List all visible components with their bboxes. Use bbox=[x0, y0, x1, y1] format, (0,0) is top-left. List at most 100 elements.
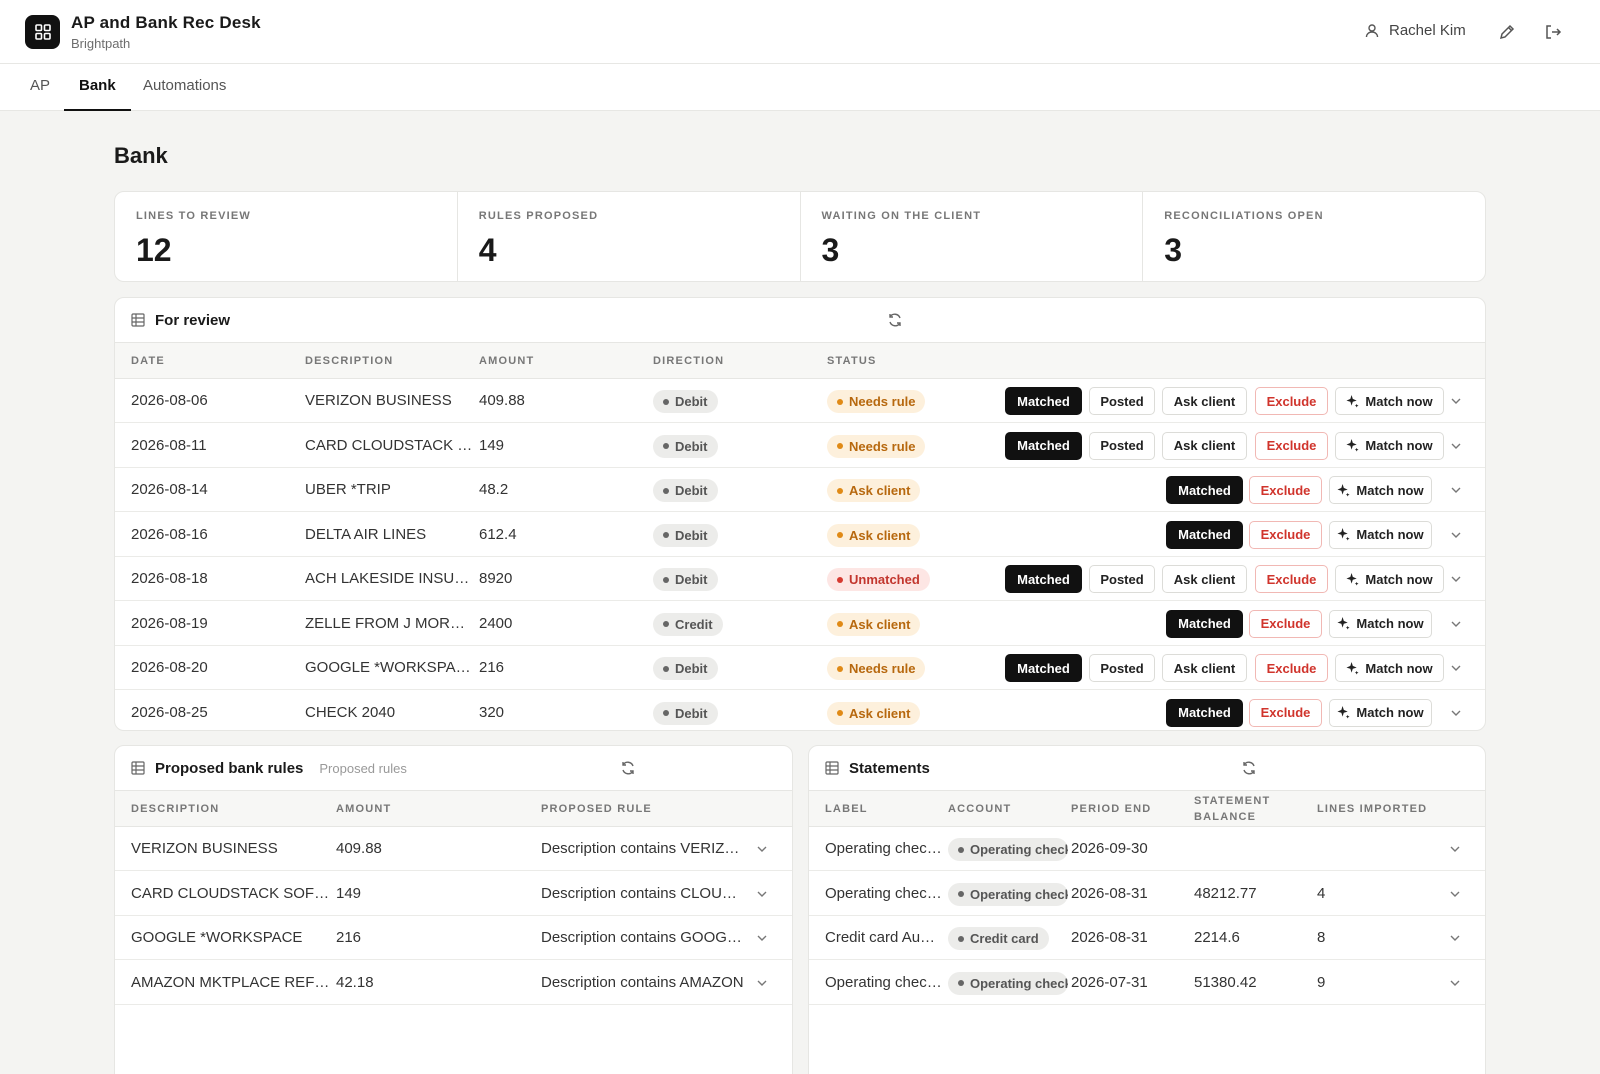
exclude-button[interactable]: Exclude bbox=[1255, 654, 1328, 682]
match-now-button[interactable]: Match now bbox=[1329, 698, 1432, 727]
status-badge-label: Ask client bbox=[849, 527, 911, 543]
matched-button[interactable]: Matched bbox=[1005, 654, 1082, 682]
chevron-down-icon[interactable] bbox=[755, 976, 769, 990]
matched-button[interactable]: Matched bbox=[1166, 609, 1243, 638]
match-now-button[interactable]: Match now bbox=[1329, 476, 1432, 504]
exclude-button[interactable]: Exclude bbox=[1249, 698, 1322, 727]
account-badge-label: Credit card bbox=[970, 931, 1039, 946]
org-name: Brightpath bbox=[71, 36, 131, 51]
status-dot-icon bbox=[837, 710, 843, 716]
account-badge: Credit card bbox=[948, 927, 1049, 950]
matched-button[interactable]: Matched bbox=[1005, 565, 1082, 593]
sparkle-icon bbox=[1346, 661, 1359, 675]
stat-reconciliations-open: RECONCILIATIONS OPEN 3 bbox=[1143, 192, 1485, 281]
status-dot-icon bbox=[837, 487, 843, 494]
matched-button[interactable]: Matched bbox=[1166, 698, 1243, 727]
date-cell: 2026-08-20 bbox=[131, 659, 208, 676]
period-end-cell: 2026-07-31 bbox=[1071, 973, 1148, 991]
chevron-down-icon[interactable] bbox=[755, 842, 769, 856]
period-end-cell: 2026-08-31 bbox=[1071, 929, 1148, 946]
description-cell: UBER *TRIP bbox=[305, 481, 391, 498]
matched-button[interactable]: Matched bbox=[1166, 476, 1243, 504]
account-badge: Operating checking bbox=[948, 971, 1068, 995]
amount-cell: 409.88 bbox=[479, 392, 525, 409]
match-now-button[interactable]: Match now bbox=[1329, 520, 1432, 549]
description-cell: DELTA AIR LINES bbox=[305, 525, 427, 543]
description-cell: VERIZON BUSINESS bbox=[305, 392, 452, 409]
matched-button[interactable]: Matched bbox=[1005, 387, 1082, 415]
chevron-down-icon[interactable] bbox=[1449, 483, 1463, 497]
status-dot-icon bbox=[663, 532, 669, 538]
lines-imported-cell: 9 bbox=[1317, 973, 1326, 991]
posted-button[interactable]: Posted bbox=[1089, 565, 1155, 593]
match-now-button[interactable]: Match now bbox=[1329, 609, 1432, 638]
posted-button[interactable]: Posted bbox=[1089, 387, 1155, 415]
chevron-down-icon[interactable] bbox=[1449, 617, 1463, 631]
status-dot-icon bbox=[663, 621, 669, 627]
period-end-cell: 2026-08-31 bbox=[1071, 884, 1148, 902]
chevron-down-icon[interactable] bbox=[1448, 887, 1462, 901]
chevron-down-icon[interactable] bbox=[1449, 661, 1463, 675]
exclude-button[interactable]: Exclude bbox=[1249, 609, 1322, 638]
chevron-down-icon[interactable] bbox=[1449, 439, 1463, 453]
refresh-icon[interactable] bbox=[1241, 760, 1257, 776]
direction-badge-label: Credit bbox=[675, 616, 713, 632]
column-header-statement-balance: STATEMENT BALANCE bbox=[1194, 795, 1271, 823]
for-review-table-header: DATE DESCRIPTION AMOUNT DIRECTION STATUS bbox=[115, 343, 1485, 379]
statements-title: Statements bbox=[849, 759, 930, 777]
chevron-down-icon[interactable] bbox=[1449, 528, 1463, 542]
logout-icon[interactable] bbox=[1543, 22, 1563, 42]
match-now-button[interactable]: Match now bbox=[1335, 565, 1444, 593]
amount-cell: 42.18 bbox=[336, 973, 374, 991]
ask-client-button[interactable]: Ask client bbox=[1162, 565, 1247, 593]
direction-badge-label: Debit bbox=[675, 394, 708, 409]
exclude-button[interactable]: Exclude bbox=[1255, 565, 1328, 593]
description-cell: CHECK 2040 bbox=[305, 703, 396, 721]
table-row: 2026-08-11 CARD CLOUDSTACK SOFTWARE 149 Deb… bbox=[115, 424, 1485, 468]
exclude-button[interactable]: Exclude bbox=[1249, 476, 1322, 504]
match-now-button[interactable]: Match now bbox=[1335, 431, 1444, 460]
exclude-button[interactable]: Exclude bbox=[1249, 520, 1322, 549]
matched-button[interactable]: Matched bbox=[1166, 520, 1243, 549]
posted-button[interactable]: Posted bbox=[1089, 431, 1155, 460]
sparkle-icon bbox=[1337, 528, 1350, 541]
ask-client-button[interactable]: Ask client bbox=[1162, 387, 1247, 415]
user-menu[interactable]: Rachel Kim bbox=[1365, 22, 1466, 39]
ask-client-button[interactable]: Ask client bbox=[1162, 654, 1247, 682]
tab-bank[interactable]: Bank bbox=[64, 64, 131, 111]
tab-automations[interactable]: Automations bbox=[143, 64, 226, 111]
chevron-down-icon[interactable] bbox=[1449, 394, 1463, 408]
label-cell: Operating checking bbox=[825, 840, 942, 857]
proposed-rules-title: Proposed bank rules bbox=[155, 759, 304, 777]
match-now-label: Match now bbox=[1356, 705, 1424, 720]
description-cell: GOOGLE *WORKSPACE bbox=[131, 929, 303, 946]
statement-balance-cell: 2214.6 bbox=[1194, 929, 1240, 946]
match-now-button[interactable]: Match now bbox=[1335, 654, 1444, 682]
chevron-down-icon[interactable] bbox=[1448, 931, 1462, 945]
column-header-account: ACCOUNT bbox=[948, 803, 1012, 815]
edit-icon[interactable] bbox=[1497, 22, 1517, 42]
stat-value: 4 bbox=[478, 232, 497, 268]
chevron-down-icon[interactable] bbox=[1448, 976, 1462, 990]
chevron-down-icon[interactable] bbox=[1448, 842, 1462, 856]
ask-client-button[interactable]: Ask client bbox=[1162, 431, 1247, 460]
chevron-down-icon[interactable] bbox=[755, 887, 769, 901]
matched-button[interactable]: Matched bbox=[1005, 431, 1082, 460]
tab-ap[interactable]: AP bbox=[30, 64, 50, 111]
amount-cell: 320 bbox=[479, 703, 505, 721]
status-badge: Unmatched bbox=[827, 568, 930, 591]
refresh-icon[interactable] bbox=[620, 760, 636, 776]
chevron-down-icon[interactable] bbox=[755, 931, 769, 945]
match-now-button[interactable]: Match now bbox=[1335, 387, 1444, 415]
status-dot-icon bbox=[663, 398, 669, 405]
chevron-down-icon[interactable] bbox=[1449, 706, 1463, 720]
tab-bar: AP Bank Automations bbox=[0, 64, 1600, 111]
exclude-button[interactable]: Exclude bbox=[1255, 387, 1328, 415]
column-header-proposed-rule: PROPOSED RULE bbox=[541, 803, 652, 815]
posted-button[interactable]: Posted bbox=[1089, 654, 1155, 682]
amount-cell: 216 bbox=[336, 929, 362, 946]
description-cell: CARD CLOUDSTACK SOFTWARE bbox=[305, 436, 473, 454]
exclude-button[interactable]: Exclude bbox=[1255, 431, 1328, 460]
chevron-down-icon[interactable] bbox=[1449, 572, 1463, 586]
refresh-icon[interactable] bbox=[887, 312, 903, 328]
